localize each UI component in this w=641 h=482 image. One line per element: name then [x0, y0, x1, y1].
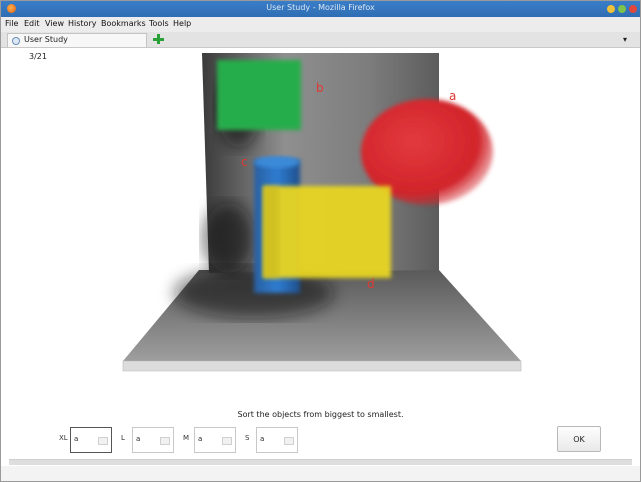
object-d-box	[263, 186, 391, 278]
globe-icon	[12, 37, 20, 45]
tab-bar: User Study ▾	[1, 32, 640, 48]
browser-window: User Study - Mozilla Firefox File Edit V…	[0, 0, 641, 482]
3d-scene: a b c d	[122, 53, 522, 372]
spinner-icon[interactable]	[284, 437, 294, 445]
minimize-icon[interactable]	[607, 5, 615, 13]
maximize-icon[interactable]	[618, 5, 626, 13]
close-icon[interactable]	[629, 5, 637, 13]
floor-edge	[122, 360, 522, 372]
page-content: 3/21 a b c d Sort the objects from bigge…	[9, 48, 632, 458]
window-title: User Study - Mozilla Firefox	[266, 3, 375, 12]
field-l-value: a	[136, 435, 141, 443]
label-a: a	[449, 89, 456, 103]
menu-bar: File Edit View History Bookmarks Tools H…	[1, 17, 640, 33]
menu-help[interactable]: Help	[173, 19, 191, 28]
shadow	[204, 203, 254, 273]
menu-file[interactable]: File	[5, 19, 18, 28]
field-m-value: a	[198, 435, 203, 443]
instruction-text: Sort the objects from biggest to smalles…	[237, 410, 404, 419]
menu-edit[interactable]: Edit	[24, 19, 40, 28]
field-l[interactable]: a	[132, 427, 174, 453]
label-xl: XL	[59, 434, 68, 442]
field-xl[interactable]: a	[70, 427, 112, 453]
label-c: c	[241, 155, 248, 169]
object-c-cylinder-top	[254, 156, 300, 168]
menu-view[interactable]: View	[45, 19, 64, 28]
scrollbar[interactable]	[9, 459, 632, 465]
menu-tools[interactable]: Tools	[149, 19, 169, 28]
title-bar: User Study - Mozilla Firefox	[1, 1, 640, 17]
field-s[interactable]: a	[256, 427, 298, 453]
label-m: M	[183, 434, 190, 442]
field-s-value: a	[260, 435, 265, 443]
spinner-icon[interactable]	[98, 437, 108, 445]
menu-bookmarks[interactable]: Bookmarks	[101, 19, 146, 28]
ok-button[interactable]: OK	[557, 426, 601, 452]
spinner-icon[interactable]	[160, 437, 170, 445]
tabs-dropdown-icon[interactable]: ▾	[623, 35, 627, 44]
object-b-cube	[217, 60, 301, 130]
new-tab-plus-icon[interactable]	[152, 33, 164, 45]
menu-history[interactable]: History	[68, 19, 96, 28]
label-s: S	[245, 434, 250, 442]
tab-user-study[interactable]: User Study	[7, 33, 147, 47]
field-xl-value: a	[74, 435, 79, 443]
label-b: b	[316, 81, 324, 95]
field-m[interactable]: a	[194, 427, 236, 453]
tab-label: User Study	[24, 35, 68, 44]
label-d: d	[367, 277, 375, 291]
spinner-icon[interactable]	[222, 437, 232, 445]
object-d-box-side	[263, 186, 279, 278]
label-l: L	[121, 434, 125, 442]
bottom-strip	[1, 466, 640, 481]
